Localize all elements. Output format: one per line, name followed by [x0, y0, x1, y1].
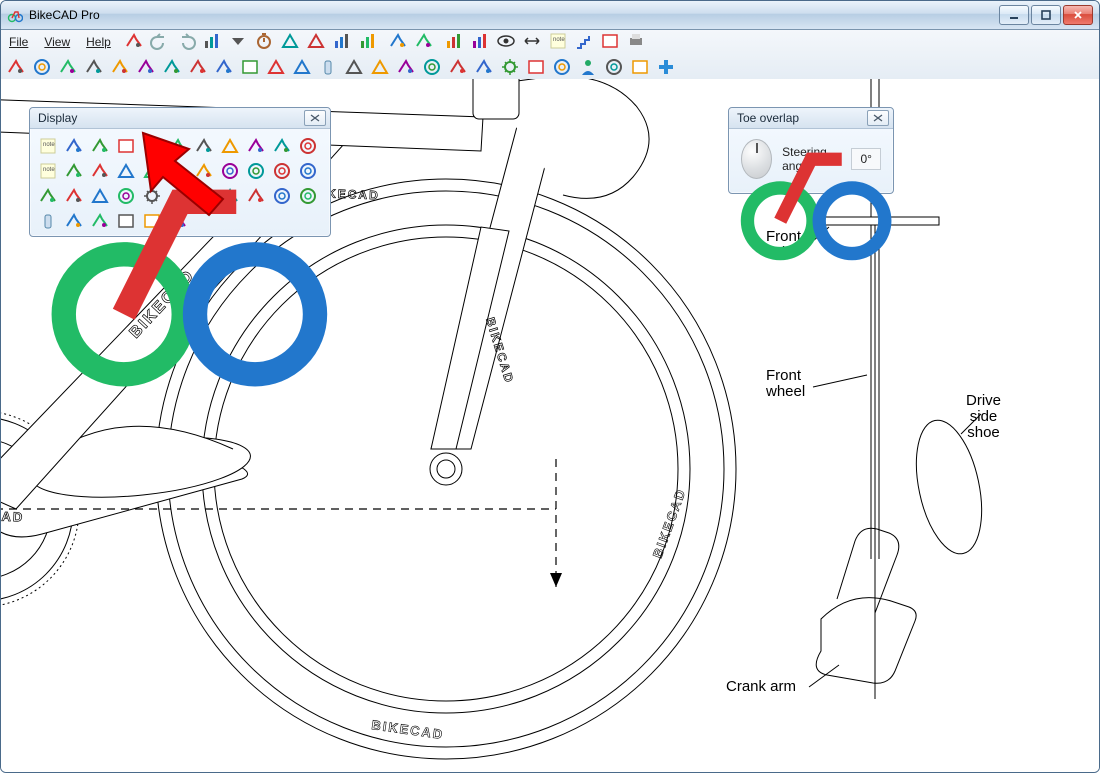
handlebar-icon[interactable]	[107, 54, 133, 80]
toe-overlap-panel[interactable]: Toe overlap Steering angle 0°	[728, 107, 894, 194]
toolbar-2	[1, 54, 1099, 82]
menubar: File View Help note	[1, 30, 1099, 54]
menu-view[interactable]: View	[36, 33, 78, 51]
maximize-button[interactable]	[1031, 5, 1061, 25]
display-panel-titlebar[interactable]: Display	[30, 108, 330, 129]
svg-text:BIKECAD: BIKECAD	[1, 507, 25, 525]
chrome: File View Help note	[1, 30, 1099, 83]
tv-icon[interactable]	[627, 54, 653, 80]
minimize-button[interactable]	[999, 5, 1029, 25]
plus-icon[interactable]	[653, 54, 679, 80]
menu-file[interactable]: File	[1, 33, 36, 51]
menu-help[interactable]: Help	[78, 33, 119, 51]
label-crank-arm: Crank arm	[726, 679, 796, 695]
spring-icon[interactable]	[419, 54, 445, 80]
label-front-wheel: Front wheel	[766, 368, 805, 400]
triangle-icon[interactable]	[341, 54, 367, 80]
triangle2-icon[interactable]	[367, 54, 393, 80]
bracket-icon[interactable]	[393, 54, 419, 80]
tiles-icon[interactable]	[355, 28, 381, 54]
app-window: BikeCAD Pro File View Help note	[0, 0, 1100, 773]
spacer-icon[interactable]	[159, 54, 185, 80]
chart-icon[interactable]	[199, 28, 225, 54]
dropdown-icon[interactable]	[225, 28, 251, 54]
frame-outline-icon[interactable]	[263, 54, 289, 80]
wheel-icon[interactable]	[29, 54, 55, 80]
close-button[interactable]	[1063, 5, 1093, 25]
brush-blue-icon[interactable]	[411, 28, 437, 54]
caliper-icon[interactable]	[445, 54, 471, 80]
bike-icon[interactable]	[3, 54, 29, 80]
timer-icon[interactable]	[251, 28, 277, 54]
svg-text:BIKECAD: BIKECAD	[371, 717, 446, 742]
page-icon[interactable]	[597, 28, 623, 54]
stem2-icon[interactable]	[211, 54, 237, 80]
svg-text:BIKECAD: BIKECAD	[650, 486, 689, 560]
brush-red-icon[interactable]	[385, 28, 411, 54]
redo-icon[interactable]	[173, 28, 199, 54]
undo-icon[interactable]	[147, 28, 173, 54]
tool-icon[interactable]	[55, 54, 81, 80]
gear-icon[interactable]	[497, 54, 523, 80]
person-icon[interactable]	[575, 54, 601, 80]
ring-icon[interactable]	[549, 54, 575, 80]
palette-icon[interactable]	[441, 28, 467, 54]
new-drawing-icon[interactable]	[121, 28, 147, 54]
card-icon[interactable]	[523, 54, 549, 80]
label-drive-side-shoe: Drive side shoe	[966, 393, 1001, 441]
toe-panel-titlebar[interactable]: Toe overlap	[729, 108, 893, 129]
display-panel[interactable]: Display notenote	[29, 107, 331, 237]
spectrum-icon[interactable]	[467, 28, 493, 54]
box-blue-icon[interactable]	[237, 54, 263, 80]
titlebar[interactable]: BikeCAD Pro	[1, 1, 1099, 30]
frame-cyan-icon[interactable]	[289, 54, 315, 80]
stem-icon[interactable]	[185, 54, 211, 80]
note-icon[interactable]: note	[545, 28, 571, 54]
caliper2-icon[interactable]	[471, 54, 497, 80]
bottle-icon[interactable]	[315, 54, 341, 80]
stairs-icon[interactable]	[571, 28, 597, 54]
dim-horizontal-icon[interactable]	[519, 28, 545, 54]
frame-blue-icon[interactable]	[303, 28, 329, 54]
steering-angle-knob[interactable]	[741, 139, 772, 179]
app-icon	[7, 7, 23, 23]
headset-icon[interactable]	[133, 54, 159, 80]
toolbar-1: note	[119, 28, 651, 56]
print-icon[interactable]	[623, 28, 649, 54]
eye-icon[interactable]	[493, 28, 519, 54]
svg-text:note: note	[553, 37, 565, 43]
frame-red-icon[interactable]	[277, 28, 303, 54]
color-wheel-icon[interactable]	[601, 54, 627, 80]
crank-icon[interactable]	[81, 54, 107, 80]
layers-icon[interactable]	[329, 28, 355, 54]
app-title: BikeCAD Pro	[29, 8, 100, 22]
